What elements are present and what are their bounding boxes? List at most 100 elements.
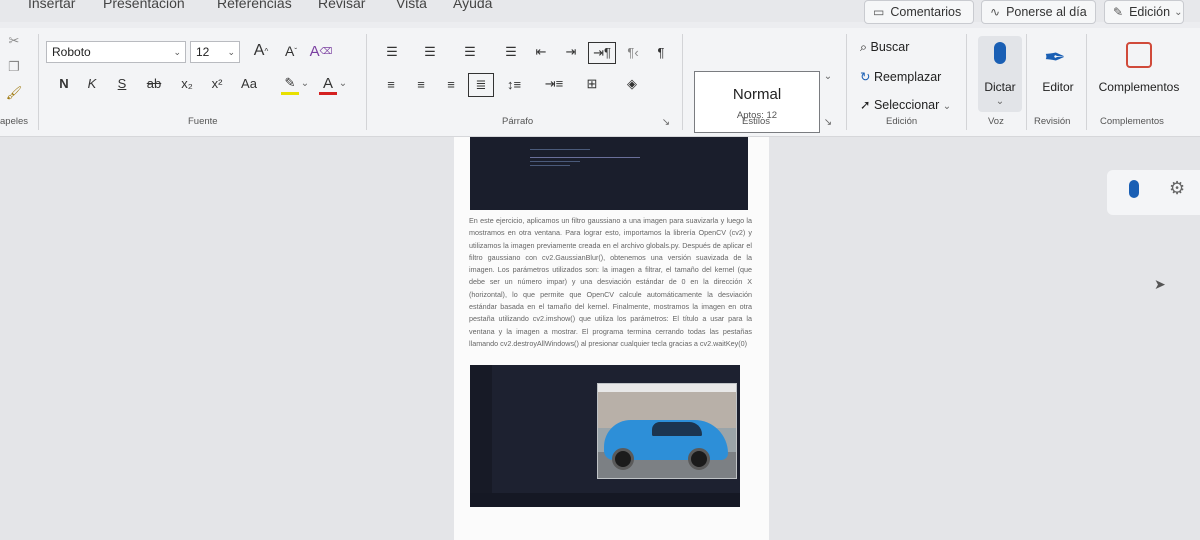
dictate-label: Dictar xyxy=(984,80,1016,94)
gear-icon[interactable]: ⚙ xyxy=(1169,178,1185,199)
document-page[interactable]: En este ejercicio, aplicamos un filtro g… xyxy=(454,137,769,540)
microphone-icon xyxy=(994,42,1006,64)
font-size-value: 12 xyxy=(196,45,210,59)
chevron-down-icon[interactable]: ⌄ xyxy=(227,47,235,58)
car-windows xyxy=(652,422,702,436)
decrease-indent-icon[interactable]: ⇤ xyxy=(530,42,552,62)
tab-presentacion[interactable]: Presentación xyxy=(103,0,185,11)
chevron-down-icon[interactable]: ⌄ xyxy=(173,47,181,58)
replace-icon: ↻ xyxy=(860,70,874,84)
car-image-window xyxy=(597,383,737,479)
multilevel-list-icon[interactable]: ☰ xyxy=(458,42,482,62)
voice-group-label: Voz xyxy=(988,116,1004,127)
format-painter-icon[interactable]: 🖌 xyxy=(4,84,24,102)
code-line xyxy=(530,149,590,150)
font-name-combo[interactable]: Roboto ⌄ xyxy=(46,41,186,63)
select-button[interactable]: ➚ Seleccionar ⌄ xyxy=(860,97,951,112)
ide-screenshot-image xyxy=(470,365,740,507)
addins-label: Complementos xyxy=(1098,80,1180,94)
addins-grid-icon xyxy=(1126,42,1152,68)
superscript-button[interactable]: x² xyxy=(206,72,228,94)
addins-group-label: Complementos xyxy=(1100,116,1164,127)
chevron-down-icon: ⌄ xyxy=(1174,6,1183,18)
comments-button[interactable]: ▭ Comentarios xyxy=(864,0,974,24)
numbering-icon[interactable]: ☰ xyxy=(418,42,442,62)
strikethrough-button[interactable]: ab xyxy=(142,72,166,94)
highlight-icon[interactable]: ✎ xyxy=(280,72,300,94)
checklist-icon[interactable]: ☰ xyxy=(500,42,522,62)
body-paragraph[interactable]: En este ejercicio, aplicamos un filtro g… xyxy=(469,215,752,350)
select-arrow-icon: ➚ xyxy=(860,98,874,112)
font-color-swatch xyxy=(319,92,337,95)
pencil-icon: ✎ xyxy=(1113,5,1124,19)
show-marks-icon[interactable]: ¶ xyxy=(650,42,672,62)
rtl-icon[interactable]: ¶‹ xyxy=(622,42,644,62)
code-line xyxy=(530,157,640,158)
styles-gallery-more-icon[interactable]: ⌄ xyxy=(822,68,834,84)
tab-referencias[interactable]: Referencias xyxy=(217,0,292,11)
microphone-icon[interactable] xyxy=(1129,180,1139,198)
window-titlebar xyxy=(598,384,736,392)
dictate-button[interactable]: Dictar ⌄ xyxy=(978,36,1022,112)
clear-format-icon[interactable]: A ⌫ xyxy=(310,40,333,62)
catch-up-button[interactable]: ∿ Ponerse al día xyxy=(981,0,1096,24)
borders-icon[interactable]: ⊞ xyxy=(580,74,604,94)
subscript-button[interactable]: x₂ xyxy=(176,72,198,94)
cut-icon[interactable]: ✂ xyxy=(4,32,24,50)
italic-button[interactable]: K xyxy=(82,72,102,94)
replace-button[interactable]: ↻ Reemplazar xyxy=(860,69,941,84)
dialog-launcher-icon[interactable]: ↘ xyxy=(822,116,834,128)
justify-icon[interactable]: ≣ xyxy=(468,73,494,97)
tab-vista[interactable]: Vista xyxy=(396,0,427,11)
addins-button[interactable]: Complementos xyxy=(1094,38,1184,98)
find-button[interactable]: ⌕ Buscar xyxy=(860,40,909,55)
line-spacing-icon[interactable]: ↕≡ xyxy=(500,74,528,94)
font-name-value: Roboto xyxy=(52,45,91,59)
underline-button[interactable]: S xyxy=(112,72,132,94)
bold-button[interactable]: N xyxy=(54,72,74,94)
chevron-down-icon[interactable]: ⌄ xyxy=(338,72,348,94)
shading-icon[interactable]: ◈ xyxy=(620,74,644,94)
tab-revisar[interactable]: Revisar xyxy=(318,0,365,11)
dialog-launcher-icon[interactable]: ↘ xyxy=(660,116,672,128)
align-right-icon[interactable]: ≡ xyxy=(440,74,462,94)
replace-label: Reemplazar xyxy=(873,70,942,84)
paragraph-spacing-icon[interactable]: ⇥≡ xyxy=(540,74,568,94)
change-case-button[interactable]: Aa xyxy=(236,72,262,94)
ltr-icon[interactable]: ⇥¶ xyxy=(588,42,616,64)
copy-icon[interactable]: ❐ xyxy=(4,58,24,76)
tab-insertar[interactable]: Insertar xyxy=(28,0,75,11)
highlight-color-swatch xyxy=(281,92,299,95)
align-center-icon[interactable]: ≡ xyxy=(410,74,432,94)
code-line xyxy=(530,165,570,166)
bullets-icon[interactable]: ☰ xyxy=(380,42,404,62)
editor-button[interactable]: ✒ Editor xyxy=(1036,38,1080,98)
ide-taskbar xyxy=(470,493,740,507)
shrink-font-icon[interactable]: Aˇ xyxy=(280,40,302,62)
grow-font-icon[interactable]: A ^ xyxy=(250,40,272,62)
find-label: Buscar xyxy=(870,40,910,54)
ide-sidebar xyxy=(470,365,492,507)
editing-group-label: Edición xyxy=(886,116,918,127)
clipboard-group-label: apeles xyxy=(0,116,28,127)
chevron-down-icon: ⌄ xyxy=(942,101,952,112)
divider xyxy=(1026,34,1027,130)
tab-ayuda[interactable]: Ayuda xyxy=(453,0,492,11)
divider xyxy=(966,34,967,130)
editor-label: Editor xyxy=(1042,80,1074,94)
align-left-icon[interactable]: ≡ xyxy=(380,74,402,94)
font-size-combo[interactable]: 12 ⌄ xyxy=(190,41,240,63)
divider xyxy=(1086,34,1087,130)
editor-pen-icon: ✒ xyxy=(1044,42,1066,72)
document-canvas[interactable]: En este ejercicio, aplicamos un filtro g… xyxy=(0,137,1200,540)
font-color-icon[interactable]: A xyxy=(318,72,338,94)
chevron-down-icon: ⌄ xyxy=(995,96,1005,107)
search-icon: ⌕ xyxy=(860,40,871,54)
divider xyxy=(846,34,847,130)
increase-indent-icon[interactable]: ⇥ xyxy=(560,42,582,62)
comments-label: Comentarios xyxy=(890,5,962,19)
comment-icon: ▭ xyxy=(873,5,885,19)
chevron-down-icon[interactable]: ⌄ xyxy=(300,72,310,94)
review-group-label: Revisión xyxy=(1034,116,1071,127)
editing-mode-button[interactable]: ✎ Edición ⌄ xyxy=(1104,0,1184,24)
